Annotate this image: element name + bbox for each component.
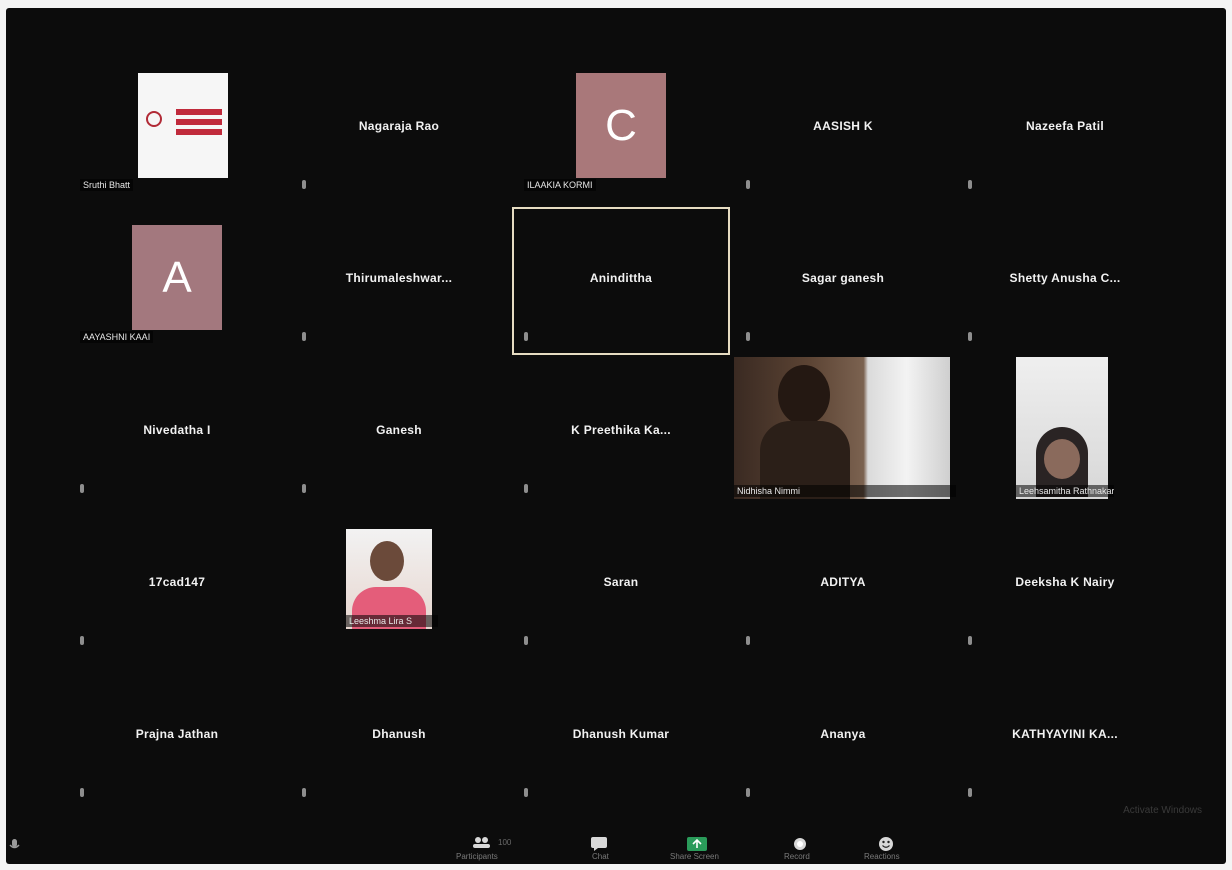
windows-watermark: Activate Windows bbox=[1123, 805, 1202, 816]
participant-tile[interactable]: Nagaraja Rao bbox=[288, 53, 510, 205]
reactions-label: Reactions bbox=[864, 852, 900, 861]
participant-caption: Leehsamitha Rathnakar bbox=[1016, 485, 1114, 497]
participant-tile[interactable]: Ganesh bbox=[288, 357, 510, 509]
participant-tile[interactable]: Thirumaleshwar... bbox=[288, 205, 510, 357]
muted-mic-icon bbox=[746, 332, 750, 341]
participants-icon bbox=[473, 837, 490, 848]
muted-mic-icon bbox=[746, 636, 750, 645]
mic-icon[interactable] bbox=[8, 838, 22, 857]
participant-tile[interactable]: Dhanush Kumar bbox=[510, 661, 732, 813]
profile-picture bbox=[138, 73, 228, 178]
video-feed bbox=[1016, 357, 1108, 499]
participant-name: 17cad147 bbox=[148, 575, 206, 589]
participant-tile[interactable]: Dhanush bbox=[288, 661, 510, 813]
participant-tile[interactable]: 17cad147 bbox=[66, 509, 288, 661]
participant-tile[interactable]: Prajna Jathan bbox=[66, 661, 288, 813]
muted-mic-icon bbox=[302, 788, 306, 797]
participant-tile[interactable]: Leeshma Lira S bbox=[288, 509, 510, 661]
muted-mic-icon bbox=[968, 180, 972, 189]
muted-mic-icon bbox=[302, 332, 306, 341]
participant-tile[interactable]: Sruthi Bhatt bbox=[66, 53, 288, 205]
participant-tile[interactable]: AASISH K bbox=[732, 53, 954, 205]
muted-mic-icon bbox=[968, 788, 972, 797]
chat-label: Chat bbox=[592, 852, 609, 861]
participant-tile[interactable]: K Preethika Ka... bbox=[510, 357, 732, 509]
participant-tile[interactable]: Nivedatha I bbox=[66, 357, 288, 509]
participant-caption: Sruthi Bhatt bbox=[80, 179, 134, 191]
participant-tile[interactable]: A AAYASHNI KAAI bbox=[66, 205, 288, 357]
participant-caption: Nidhisha Nimmi bbox=[734, 485, 956, 497]
muted-mic-icon bbox=[968, 332, 972, 341]
muted-mic-icon bbox=[524, 332, 528, 341]
participant-gallery: Sruthi Bhatt Nagaraja Rao C ILAAKIA KORMI AA… bbox=[66, 53, 1176, 813]
participant-tile[interactable]: C ILAAKIA KORMI bbox=[510, 53, 732, 205]
participant-name: Ananya bbox=[820, 727, 866, 741]
muted-mic-icon bbox=[302, 180, 306, 189]
participant-tile[interactable]: Anindittha bbox=[510, 205, 732, 357]
participant-name: Nazeefa Patil bbox=[1026, 119, 1104, 133]
muted-mic-icon bbox=[524, 788, 528, 797]
participant-tile[interactable]: Ananya bbox=[732, 661, 954, 813]
meeting-toolbar: 100 Participants Chat Share Screen Recor… bbox=[6, 824, 1226, 864]
participant-name: ADITYA bbox=[820, 575, 866, 589]
participant-name: Thirumaleshwar... bbox=[345, 271, 453, 285]
muted-mic-icon bbox=[746, 788, 750, 797]
participant-name: AASISH K bbox=[813, 119, 873, 133]
meeting-window: Sruthi Bhatt Nagaraja Rao C ILAAKIA KORMI AA… bbox=[6, 8, 1226, 864]
muted-mic-icon bbox=[524, 484, 528, 493]
college-emblem-icon bbox=[146, 111, 162, 127]
participant-tile[interactable]: ADITYA bbox=[732, 509, 954, 661]
avatar: C bbox=[576, 73, 666, 178]
participant-name: Dhanush bbox=[372, 727, 426, 741]
participant-tile[interactable]: Sagar ganesh bbox=[732, 205, 954, 357]
share-screen-label: Share Screen bbox=[670, 852, 719, 861]
video-feed bbox=[346, 529, 432, 629]
participant-name: Saran bbox=[603, 575, 639, 589]
participant-tile[interactable]: Nidhisha Nimmi bbox=[732, 357, 956, 509]
participant-name: Nivedatha I bbox=[143, 423, 211, 437]
muted-mic-icon bbox=[302, 484, 306, 493]
muted-mic-icon bbox=[746, 180, 750, 189]
participant-tile[interactable]: Saran bbox=[510, 509, 732, 661]
participants-count: 100 bbox=[498, 838, 512, 847]
avatar-letter: C bbox=[605, 100, 637, 150]
participant-tile[interactable]: Shetty Anusha C... bbox=[954, 205, 1176, 357]
participant-name: Anindittha bbox=[589, 271, 653, 285]
participant-name: Nagaraja Rao bbox=[358, 119, 440, 133]
share-screen-icon bbox=[687, 837, 707, 851]
chat-icon bbox=[591, 837, 607, 851]
muted-mic-icon bbox=[968, 636, 972, 645]
muted-mic-icon bbox=[80, 484, 84, 493]
participant-name: Dhanush Kumar bbox=[572, 727, 670, 741]
participant-caption: Leeshma Lira S bbox=[346, 615, 438, 627]
participant-name: Shetty Anusha C... bbox=[1009, 271, 1121, 285]
avatar-letter: A bbox=[162, 252, 192, 302]
participant-name: Sagar ganesh bbox=[801, 271, 885, 285]
video-feed bbox=[734, 357, 950, 499]
record-label: Record bbox=[784, 852, 810, 861]
participants-label: Participants bbox=[456, 852, 498, 861]
muted-mic-icon bbox=[80, 636, 84, 645]
muted-mic-icon bbox=[524, 636, 528, 645]
participant-tile[interactable]: KATHYAYINI KA... bbox=[954, 661, 1176, 813]
participant-caption: ILAAKIA KORMI bbox=[524, 179, 596, 191]
participant-tile[interactable]: Nazeefa Patil bbox=[954, 53, 1176, 205]
record-icon bbox=[794, 838, 806, 850]
participant-caption: AAYASHNI KAAI bbox=[80, 331, 154, 343]
avatar: A bbox=[132, 225, 222, 330]
participant-name: K Preethika Ka... bbox=[571, 423, 671, 437]
participant-tile[interactable]: Leehsamitha Rathnakar bbox=[954, 357, 1176, 509]
participant-name: Prajna Jathan bbox=[135, 727, 219, 741]
reactions-icon bbox=[879, 837, 893, 851]
participant-name: KATHYAYINI KA... bbox=[1012, 727, 1118, 741]
participant-name: Ganesh bbox=[376, 423, 422, 437]
muted-mic-icon bbox=[80, 788, 84, 797]
participant-name: Deeksha K Nairy bbox=[1015, 575, 1115, 589]
participant-tile[interactable]: Deeksha K Nairy bbox=[954, 509, 1176, 661]
